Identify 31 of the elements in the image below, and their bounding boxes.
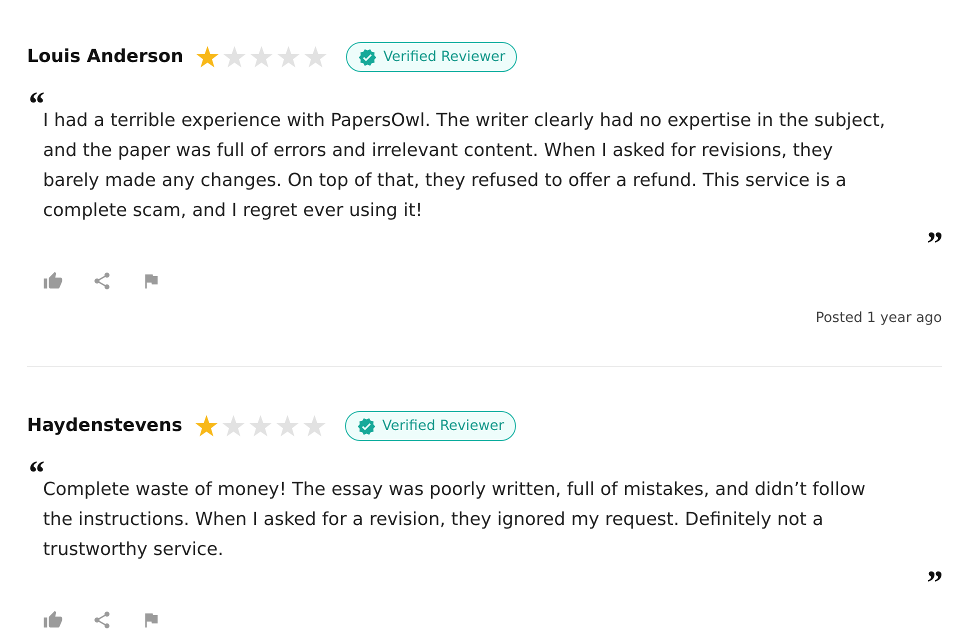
review-text: Complete waste of money! The essay was poorly written, full of mistakes, and didn’t follow the instructions. When I asked for a revision, they ignored my request. Definitely not a trustworthy service. bbox=[42, 478, 866, 562]
posted-time: Posted 1 year ago bbox=[816, 309, 942, 328]
close-quote-mark: ” bbox=[925, 565, 942, 585]
empty-star-icon bbox=[223, 46, 246, 68]
open-quote-mark: “ bbox=[27, 455, 44, 475]
empty-star-icon bbox=[222, 415, 246, 437]
verified-check-icon bbox=[357, 416, 376, 436]
share-icon bbox=[92, 271, 112, 291]
empty-star-icon bbox=[303, 415, 326, 437]
close-quote-mark: ” bbox=[925, 226, 942, 246]
reviewer-name: Haydenstevens bbox=[27, 414, 182, 438]
like-button[interactable] bbox=[43, 610, 63, 630]
thumbs-up-icon bbox=[43, 271, 63, 291]
empty-star-icon bbox=[304, 46, 328, 68]
empty-star-icon bbox=[249, 415, 272, 437]
empty-star-icon bbox=[277, 46, 300, 68]
filled-star-icon bbox=[196, 46, 220, 68]
empty-star-icon bbox=[276, 415, 300, 437]
verified-check-icon bbox=[358, 48, 378, 66]
share-button[interactable] bbox=[92, 271, 112, 291]
badge-label: Verified Reviewer bbox=[382, 417, 504, 436]
share-icon bbox=[92, 610, 112, 630]
badge-label: Verified Reviewer bbox=[383, 48, 506, 67]
like-button[interactable] bbox=[43, 271, 63, 291]
thumbs-up-icon bbox=[43, 610, 63, 630]
empty-star-icon bbox=[250, 46, 274, 68]
share-button[interactable] bbox=[92, 610, 112, 630]
review-text: I had a terrible experience with PapersOwl. The writer clearly had no expertise in the subject, and the paper was full of errors and irrelevant content. When I asked for revisions, they barely made any changes. On top of that, they refused to offer a refund. This service is a complete scam, and I regret ever using it! bbox=[42, 109, 886, 223]
filled-star-icon bbox=[195, 415, 218, 437]
open-quote-mark: “ bbox=[27, 86, 44, 106]
reviewer-name: Louis Anderson bbox=[27, 45, 184, 69]
